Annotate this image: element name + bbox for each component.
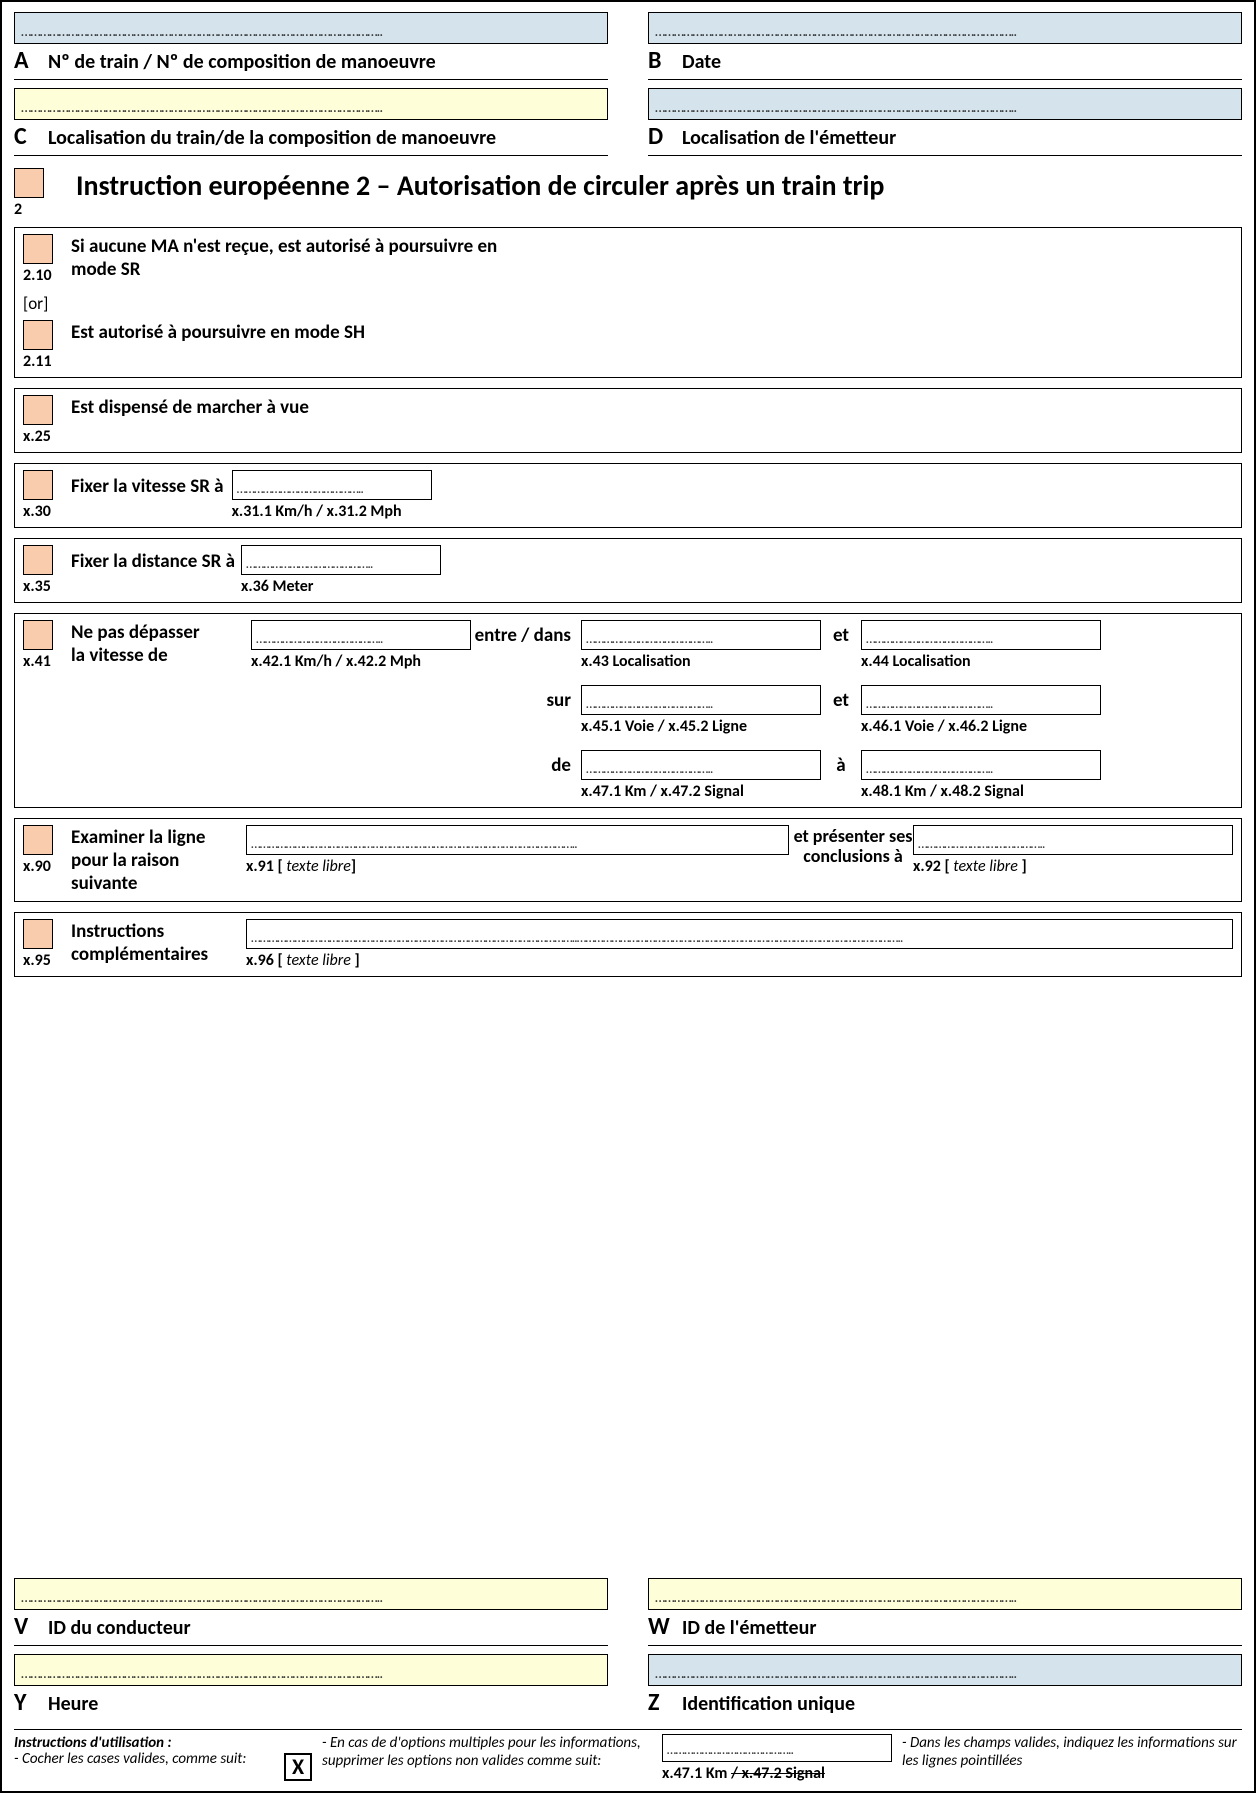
field-d-emitter-location[interactable]	[648, 88, 1242, 120]
field-x36[interactable]	[241, 545, 441, 575]
label-et1: et	[821, 620, 861, 647]
field-x92[interactable]	[913, 825, 1233, 855]
label-sur: sur	[471, 685, 581, 712]
label-w-text: ID de l'émetteur	[682, 1616, 816, 1640]
label-w-letter: W	[648, 1612, 682, 1641]
field-x46[interactable]	[861, 685, 1101, 715]
field-z-unique-id[interactable]	[648, 1654, 1242, 1686]
caption-x96: x.96 [ texte libre ]	[246, 951, 1233, 970]
label-d-text: Localisation de l'émetteur	[682, 126, 896, 150]
label-de: de	[471, 750, 581, 777]
num-x35: x.35	[23, 577, 51, 596]
field-x44[interactable]	[861, 620, 1101, 650]
field-c-train-location[interactable]	[14, 88, 608, 120]
label-z-letter: Z	[648, 1688, 682, 1717]
label-y-letter: Y	[14, 1688, 48, 1717]
field-w-emitter-id[interactable]	[648, 1578, 1242, 1610]
title-number: 2	[14, 200, 22, 219]
caption-x45: x.45.1 Voie / x.45.2 Ligne	[581, 717, 821, 736]
label-v-text: ID du conducteur	[48, 1616, 191, 1640]
caption-x91: x.91 [ texte libre]	[246, 857, 789, 876]
label-x90-mid: et présenter ses conclusions à	[793, 825, 913, 867]
label-x25: Est dispensé de marcher à vue	[71, 395, 309, 420]
field-example	[662, 1734, 892, 1762]
checkbox-x41[interactable]	[23, 620, 53, 650]
label-c-text: Localisation du train/de la composition …	[48, 126, 496, 150]
field-x91[interactable]	[246, 825, 789, 855]
label-x41-l2: la vitesse de	[71, 644, 168, 667]
label-x35: Fixer la distance SR à	[71, 545, 235, 574]
field-y-time[interactable]	[14, 1654, 608, 1686]
checkbox-x30[interactable]	[23, 470, 53, 500]
field-x42[interactable]	[251, 620, 471, 650]
label-2-11: Est autorisé à poursuivre en mode SH	[71, 320, 365, 345]
num-2-10: 2.10	[23, 266, 52, 285]
label-b-letter: B	[648, 46, 682, 75]
label-d-letter: D	[648, 122, 682, 151]
caption-x44: x.44 Localisation	[861, 652, 1101, 671]
label-v-letter: V	[14, 1612, 48, 1641]
field-v-driver-id[interactable]	[14, 1578, 608, 1610]
checkbox-x25[interactable]	[23, 395, 53, 425]
x-mark-icon: X	[284, 1753, 312, 1781]
caption-x36: x.36 Meter	[241, 577, 441, 596]
label-a-letter: A	[14, 46, 48, 75]
label-x90: Examiner la ligne pour la raison suivant…	[71, 825, 246, 895]
label-et2: et	[821, 685, 861, 712]
checkbox-2-11[interactable]	[23, 320, 53, 350]
field-x48[interactable]	[861, 750, 1101, 780]
field-a-train-number[interactable]	[14, 12, 608, 44]
num-x41: x.41	[23, 652, 51, 671]
caption-x42: x.42.1 Km/h / x.42.2 Mph	[251, 652, 471, 671]
checkbox-x35[interactable]	[23, 545, 53, 575]
caption-x43: x.43 Localisation	[581, 652, 821, 671]
checkbox-x90[interactable]	[23, 825, 53, 855]
label-z-text: Identification unique	[682, 1692, 855, 1716]
num-x90: x.90	[23, 857, 51, 876]
label-a-text: Nº de train / Nº de composition de manoe…	[48, 50, 436, 74]
num-x25: x.25	[23, 427, 51, 446]
label-b-text: Date	[682, 50, 721, 74]
label-y-text: Heure	[48, 1692, 98, 1716]
caption-example: x.47.1 Km / x.47.2 Signal	[662, 1764, 892, 1783]
instruction-2: - En cas de d'options multiples pour les…	[322, 1734, 652, 1783]
field-x96[interactable]	[246, 919, 1233, 949]
instruction-3: - Dans les champs valides, indiquez les …	[902, 1734, 1242, 1783]
caption-x92: x.92 [ texte libre ]	[913, 857, 1233, 876]
checkbox-x95[interactable]	[23, 919, 53, 949]
label-x41-l1: Ne pas dépasser	[71, 621, 200, 644]
page-title: Instruction européenne 2 – Autorisation …	[76, 168, 884, 203]
label-c-letter: C	[14, 122, 48, 151]
checkbox-2-10[interactable]	[23, 234, 53, 264]
or-label: [or]	[23, 293, 1233, 314]
caption-x31: x.31.1 Km/h / x.31.2 Mph	[232, 502, 432, 521]
instruction-1: - Cocher les cases valides, comme suit:	[14, 1750, 274, 1768]
caption-x48: x.48.1 Km / x.48.2 Signal	[861, 782, 1101, 801]
field-x45[interactable]	[581, 685, 821, 715]
num-2-11: 2.11	[23, 352, 52, 371]
field-x43[interactable]	[581, 620, 821, 650]
caption-x47: x.47.1 Km / x.47.2 Signal	[581, 782, 821, 801]
field-x31[interactable]	[232, 470, 432, 500]
num-x30: x.30	[23, 502, 51, 521]
caption-x46: x.46.1 Voie / x.46.2 Ligne	[861, 717, 1101, 736]
num-x95: x.95	[23, 951, 51, 970]
field-x47[interactable]	[581, 750, 821, 780]
label-x95: Instructions complémentaires	[71, 919, 246, 967]
label-2-10: Si aucune MA n'est reçue, est autorisé à…	[71, 234, 531, 282]
label-x30: Fixer la vitesse SR à	[71, 470, 224, 499]
field-b-date[interactable]	[648, 12, 1242, 44]
checkbox-title[interactable]	[14, 168, 44, 198]
label-entre: entre / dans	[471, 620, 581, 647]
label-a: à	[821, 750, 861, 777]
